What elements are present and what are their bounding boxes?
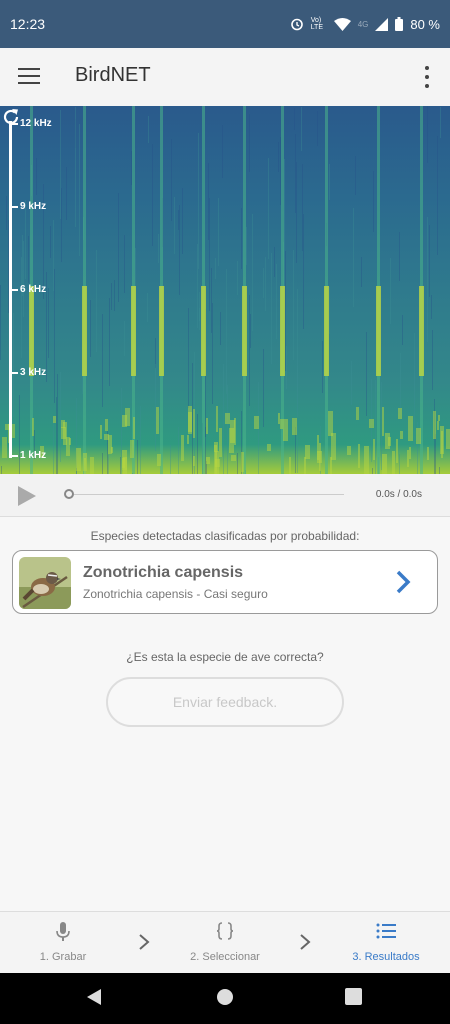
- nav-step-select[interactable]: 2. Seleccionar: [170, 912, 280, 974]
- menu-icon[interactable]: [18, 68, 40, 86]
- alarm-icon: [290, 18, 303, 31]
- send-feedback-button[interactable]: Enviar feedback.: [106, 677, 344, 727]
- frequency-label-1khz: 1 kHz: [9, 450, 46, 461]
- species-confidence: Zonotrichia capensis - Casi seguro: [83, 587, 268, 601]
- app-bar: BirdNET: [0, 48, 450, 106]
- seek-thumb[interactable]: [64, 489, 74, 499]
- nav-step-results[interactable]: 3. Resultados: [331, 912, 441, 974]
- app-title: BirdNET: [75, 64, 151, 86]
- step-arrow-icon: [300, 934, 311, 950]
- species-name: Zonotrichia capensis: [83, 564, 244, 581]
- status-bar: 12:23 Vo) LTE 4G 80 %: [0, 0, 450, 48]
- spectrogram[interactable]: 12 kHz 9 kHz 6 kHz 3 kHz 1 kHz: [0, 106, 450, 474]
- recent-apps-icon[interactable]: [345, 988, 362, 1005]
- seek-track[interactable]: [74, 494, 344, 495]
- back-icon[interactable]: [86, 988, 102, 1006]
- frequency-label-3khz: 3 kHz: [9, 367, 46, 378]
- more-options-icon[interactable]: [422, 66, 432, 88]
- braces-icon: [216, 922, 234, 940]
- frequency-label-9khz: 9 kHz: [9, 201, 46, 212]
- wifi-icon: [333, 17, 351, 31]
- bottom-navigation: 1. Grabar 2. Seleccionar 3. Resultados: [0, 911, 450, 974]
- home-icon[interactable]: [216, 988, 234, 1006]
- microphone-icon: [56, 922, 70, 941]
- spectrogram-image: [0, 106, 450, 474]
- battery-level: 80 %: [410, 16, 440, 32]
- frequency-label-6khz: 6 kHz: [9, 284, 46, 295]
- species-result-card[interactable]: Zonotrichia capensis Zonotrichia capensi…: [12, 550, 438, 614]
- nav-step-record[interactable]: 1. Grabar: [8, 912, 118, 974]
- signal-icon: [375, 17, 389, 31]
- step-arrow-icon: [139, 934, 150, 950]
- status-time: 12:23: [10, 16, 46, 32]
- play-icon[interactable]: [18, 486, 36, 506]
- volte-indicator: Vo) LTE: [310, 17, 324, 31]
- chevron-right-icon: [396, 570, 411, 594]
- status-icons: Vo) LTE 4G 80 %: [290, 17, 440, 32]
- list-icon: [376, 923, 396, 939]
- results-heading: Especies detectadas clasificadas por pro…: [90, 529, 360, 543]
- bird-photo: [19, 557, 71, 609]
- network-type: 4G: [357, 19, 369, 29]
- battery-icon: [395, 17, 404, 31]
- system-navigation-bar: [0, 973, 450, 1024]
- nav-step-select-label: 2. Seleccionar: [190, 951, 260, 963]
- nav-step-record-label: 1. Grabar: [39, 951, 87, 963]
- refresh-icon[interactable]: [0, 106, 22, 128]
- playback-time: 0.0s / 0.0s: [375, 489, 422, 500]
- audio-player: 0.0s / 0.0s: [0, 474, 450, 517]
- feedback-question: ¿Es esta la especie de ave correcta?: [126, 650, 324, 664]
- nav-step-results-label: 3. Resultados: [352, 951, 420, 963]
